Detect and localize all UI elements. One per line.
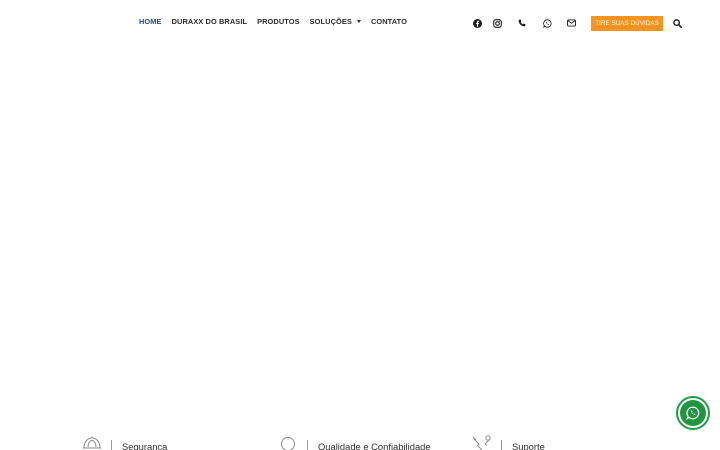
nav-item-home[interactable]: HOME <box>139 17 162 26</box>
feature-seguranca: Segurança <box>82 434 167 450</box>
email-icon[interactable] <box>566 18 576 28</box>
nav-item-solucoes-label: SOLUÇÕES <box>309 17 352 26</box>
feature-label: Segurança <box>122 441 168 450</box>
nav-item-contato[interactable]: CONTATO <box>371 17 407 26</box>
site-header: HOME DURAXX DO BRASIL PRODUTOS SOLUÇÕES … <box>0 0 720 46</box>
feature-divider <box>111 439 112 450</box>
instagram-icon[interactable] <box>492 18 502 28</box>
search-icon[interactable] <box>672 18 682 28</box>
whatsapp-float-button[interactable] <box>676 396 710 430</box>
whatsapp-float-icon <box>686 406 700 420</box>
feature-divider <box>501 439 502 450</box>
caret-down-icon <box>356 20 361 23</box>
tools-icon <box>472 435 491 450</box>
badge-icon <box>281 437 295 450</box>
main-nav: HOME DURAXX DO BRASIL PRODUTOS SOLUÇÕES … <box>139 17 417 26</box>
feature-suporte: Suporte <box>472 434 545 450</box>
facebook-icon[interactable] <box>472 18 482 28</box>
nav-item-solucoes[interactable]: SOLUÇÕES <box>310 17 361 26</box>
page: HOME DURAXX DO BRASIL PRODUTOS SOLUÇÕES … <box>0 0 720 450</box>
feature-label: Qualidade e Confiabilidade <box>318 441 431 450</box>
phone-icon[interactable] <box>517 18 527 28</box>
nav-item-duraxx-do-brasil[interactable]: DURAXX DO BRASIL <box>172 17 248 26</box>
whatsapp-float-inner <box>680 400 706 426</box>
feature-qualidade: Qualidade e Confiabilidade <box>278 434 431 450</box>
nav-item-produtos[interactable]: PRODUTOS <box>257 17 300 26</box>
whatsapp-icon[interactable] <box>542 18 552 28</box>
cta-button[interactable]: TIRE SUAS DÚVIDAS <box>591 16 663 31</box>
feature-label: Suporte <box>512 441 545 450</box>
feature-divider <box>307 439 308 450</box>
helmet-icon <box>83 436 101 449</box>
